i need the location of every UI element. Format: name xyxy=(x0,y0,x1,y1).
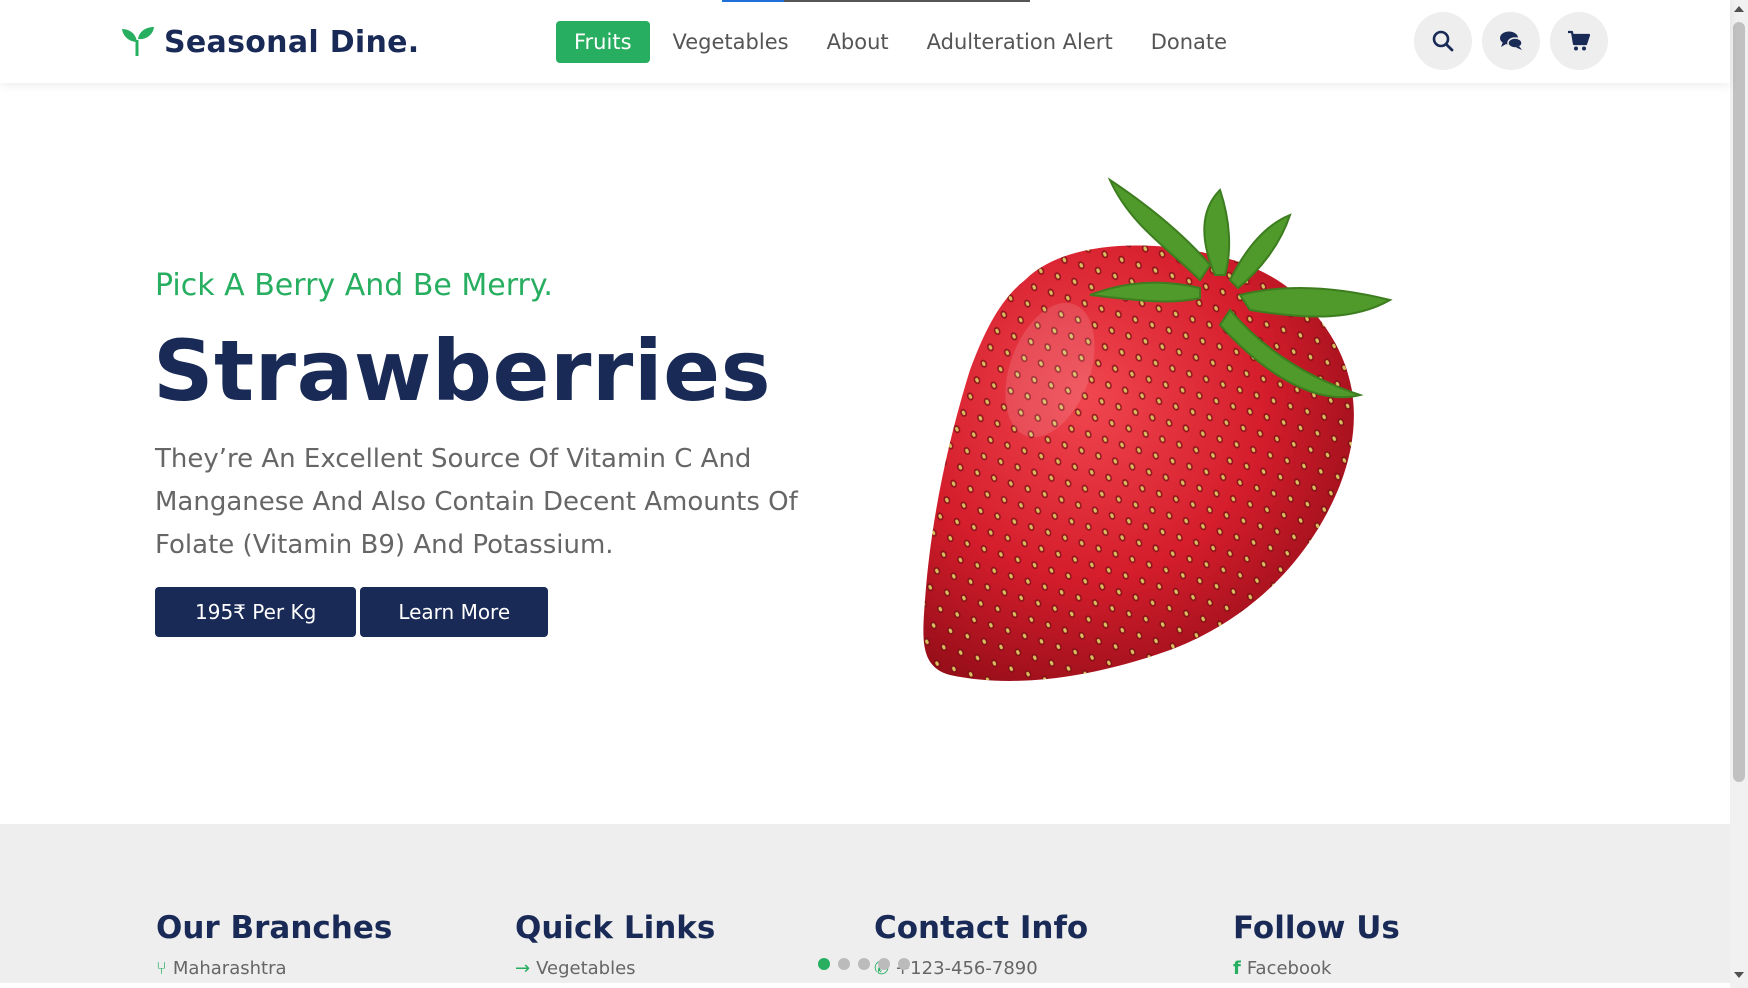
footer-contact-heading: Contact Info xyxy=(874,910,1089,946)
footer-branches: Our Branches ⑂ Maharashtra xyxy=(156,910,392,979)
footer-branch-item[interactable]: ⑂ Maharashtra xyxy=(156,958,392,979)
branch-icon: ⑂ xyxy=(156,958,167,979)
footer-quick-links-heading: Quick Links xyxy=(515,910,716,946)
nav-about[interactable]: About xyxy=(808,21,908,63)
page-scrollbar[interactable] xyxy=(1730,0,1748,988)
facebook-icon: f xyxy=(1233,958,1241,979)
viewport-bottom-edge xyxy=(0,983,1748,988)
chat-button[interactable] xyxy=(1482,12,1540,70)
arrow-right-icon: → xyxy=(515,958,531,979)
scroll-thumb[interactable] xyxy=(1733,22,1745,782)
nav-adulteration-alert[interactable]: Adulteration Alert xyxy=(908,21,1132,63)
footer-branch-label: Maharashtra xyxy=(172,958,287,979)
site-header: Seasonal Dine. Fruits Vegetables About A… xyxy=(0,0,1730,83)
scroll-down-arrow-icon[interactable] xyxy=(1734,972,1744,978)
slider-pagination xyxy=(818,958,910,970)
hero-description: They’re An Excellent Source Of Vitamin C… xyxy=(155,444,798,560)
footer-follow: Follow Us f Facebook xyxy=(1233,910,1400,979)
cart-icon xyxy=(1568,30,1591,51)
chat-icon xyxy=(1500,31,1523,50)
slider-dot[interactable] xyxy=(878,958,890,970)
footer-quick-link-item[interactable]: → Vegetables xyxy=(515,958,715,979)
nav-donate[interactable]: Donate xyxy=(1132,21,1246,63)
price-button[interactable]: 195₹ Per Kg xyxy=(155,587,357,637)
footer-quick-link-label: Vegetables xyxy=(536,958,636,979)
brand-name: Seasonal Dine. xyxy=(164,24,420,60)
cart-button[interactable] xyxy=(1550,12,1608,70)
slider-dot[interactable] xyxy=(818,958,830,970)
search-icon xyxy=(1432,30,1454,52)
hero-subtitle: Pick A Berry And Be Merry. xyxy=(155,268,553,303)
slider-dot[interactable] xyxy=(838,958,850,970)
hero-actions: 195₹ Per Kg Learn More xyxy=(155,587,549,637)
footer-branches-heading: Our Branches xyxy=(156,910,393,946)
search-button[interactable] xyxy=(1414,12,1472,70)
scroll-up-arrow-icon[interactable] xyxy=(1734,6,1744,12)
nav-fruits[interactable]: Fruits xyxy=(556,21,650,63)
loading-indicator-progress xyxy=(722,0,784,2)
footer-follow-label: Facebook xyxy=(1246,958,1332,979)
footer-follow-item[interactable]: f Facebook xyxy=(1233,958,1400,979)
nav-vegetables[interactable]: Vegetables xyxy=(654,21,808,63)
footer-follow-heading: Follow Us xyxy=(1233,910,1400,946)
footer-contact-label: +123-456-7890 xyxy=(895,958,1038,979)
brand-logo[interactable]: Seasonal Dine. xyxy=(120,22,419,62)
slider-dot[interactable] xyxy=(898,958,910,970)
learn-more-button[interactable]: Learn More xyxy=(360,587,549,637)
footer-quick-links: Quick Links → Vegetables xyxy=(515,910,715,979)
hero-title: Strawberries xyxy=(153,322,772,420)
main-nav: Fruits Vegetables About Adulteration Ale… xyxy=(556,21,1246,63)
sprout-icon xyxy=(122,27,154,56)
slider-dot[interactable] xyxy=(858,958,870,970)
strawberry-image xyxy=(923,177,1393,681)
